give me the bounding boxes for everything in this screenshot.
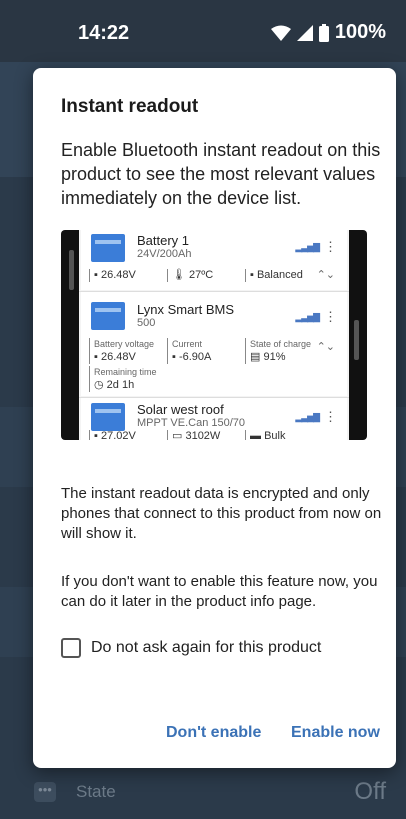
checkbox-label: Do not ask again for this product <box>91 639 322 656</box>
state-label: State <box>76 782 116 801</box>
cellular-icon <box>296 24 313 41</box>
dialog-title: Instant readout <box>61 96 199 117</box>
checkbox-icon[interactable] <box>61 638 81 658</box>
product-image <box>91 403 125 431</box>
encryption-note: The instant readout data is encrypted an… <box>61 485 382 542</box>
preview-card-battery: Battery 1 24V/200Ah ▂▃▅▇ ⋮ ▪ 26.48V 🌡 27… <box>81 230 347 290</box>
later-note: If you don't want to enable this feature… <box>61 573 378 610</box>
do-not-ask-checkbox[interactable]: Do not ask again for this product <box>61 638 321 658</box>
battery-icon <box>318 23 329 42</box>
status-time: 14:22 <box>78 22 130 44</box>
device-list-preview: Battery 1 24V/200Ah ▂▃▅▇ ⋮ ▪ 26.48V 🌡 27… <box>61 230 367 440</box>
background-state-row: ••• State Off <box>0 764 406 819</box>
signal-bars-icon: ▂▃▅▇ <box>295 242 320 252</box>
preview-screen: Battery 1 24V/200Ah ▂▃▅▇ ⋮ ▪ 26.48V 🌡 27… <box>79 230 349 440</box>
collapse-icon: ⌃⌄ <box>316 341 335 353</box>
more-vert-icon: ⋮ <box>324 309 337 324</box>
preview-card-lynx: Lynx Smart BMS 500 ▂▃▅▇ ⋮ Battery voltag… <box>81 292 347 396</box>
signal-bars-icon: ▂▃▅▇ <box>295 412 320 422</box>
dialog-intro: Enable Bluetooth instant readout on this… <box>61 140 381 208</box>
dont-enable-button[interactable]: Don't enable <box>166 724 261 742</box>
signal-bars-icon: ▂▃▅▇ <box>295 312 320 322</box>
more-icon: ••• <box>34 782 56 802</box>
product-image <box>91 302 125 330</box>
status-bar: 14:22 100% <box>0 0 406 62</box>
more-vert-icon: ⋮ <box>324 409 337 424</box>
status-icons: 100% <box>270 21 386 44</box>
more-vert-icon: ⋮ <box>324 239 337 254</box>
product-image <box>91 234 125 262</box>
enable-now-button[interactable]: Enable now <box>291 724 380 742</box>
wifi-icon <box>270 25 291 41</box>
state-value: Off <box>354 778 386 805</box>
battery-percent: 100% <box>334 21 386 43</box>
instant-readout-dialog: Instant readout Enable Bluetooth instant… <box>33 68 396 768</box>
expand-icon: ⌃⌄ <box>316 269 335 281</box>
